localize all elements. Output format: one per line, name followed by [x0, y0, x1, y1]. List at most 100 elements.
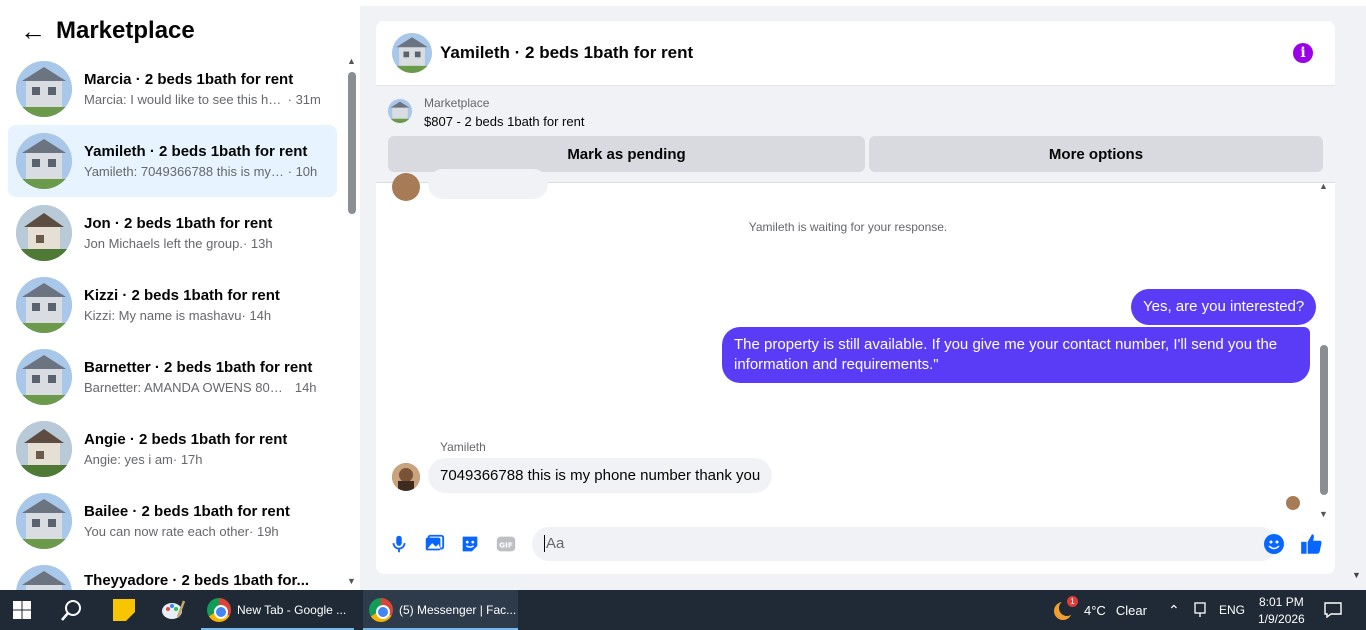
conversation-item-theyyadore[interactable]: Theyyadore · 2 beds 1bath for...: [8, 557, 337, 590]
listing-house-avatar: [16, 493, 72, 549]
weather-widget[interactable]: 1 4°C Clear: [1052, 590, 1147, 630]
conversation-item-marcia[interactable]: Marcia · 2 beds 1bath for rent Marcia: I…: [8, 53, 337, 125]
listing-house-avatar: [16, 277, 72, 333]
outgoing-message: Yes, are you interested?: [1131, 289, 1317, 325]
windows-taskbar: New Tab - Google ... (5) Messenger | Fac…: [0, 590, 1366, 630]
conversation-snippet: Yamileth: 7049366788 this is my p...: [84, 164, 284, 179]
seen-indicator-avatar: [1286, 496, 1300, 510]
message-composer: GIF Aa: [376, 521, 1335, 567]
conversation-snippet: Jon Michaels left the group.: [84, 236, 243, 251]
incoming-message: 7049366788 this is my phone number thank…: [428, 458, 773, 493]
chat-title[interactable]: Yamileth · 2 beds 1bath for rent: [440, 43, 693, 63]
chrome-icon: [369, 598, 393, 622]
conversation-time: · 31m: [287, 92, 321, 107]
listing-house-avatar: [16, 349, 72, 405]
message-input[interactable]: Aa: [532, 527, 1278, 561]
back-arrow-icon[interactable]: ←: [20, 16, 56, 47]
scroll-down-arrow-icon[interactable]: ▼: [1319, 509, 1328, 519]
clock[interactable]: 8:01 PM 1/9/2026: [1258, 590, 1305, 630]
listing-thumbnail[interactable]: [388, 99, 412, 123]
sender-name: Yamileth: [440, 440, 486, 454]
svg-text:GIF: GIF: [499, 541, 513, 550]
outgoing-message: The property is still available. If you …: [722, 327, 1310, 383]
conversation-time: · 19h: [249, 524, 279, 539]
chat-header: Yamileth · 2 beds 1bath for rent i: [376, 21, 1335, 86]
sticker-icon[interactable]: [459, 533, 481, 555]
waiting-status-text: Yamileth is waiting for your response.: [748, 220, 948, 234]
show-hidden-icons-chevron-icon[interactable]: ⌃: [1168, 590, 1180, 630]
clock-date: 1/9/2026: [1258, 611, 1305, 626]
conversation-title: Yamileth · 2 beds 1bath for rent: [84, 143, 308, 160]
mark-as-pending-button[interactable]: Mark as pending: [388, 136, 865, 172]
emoji-icon[interactable]: [1263, 533, 1285, 555]
conversation-list-scrollbar[interactable]: ▲ ▼: [344, 56, 358, 588]
scrollbar-thumb[interactable]: [1320, 345, 1328, 495]
paint-icon[interactable]: [160, 590, 186, 630]
chat-scrollbar[interactable]: ▲ ▼: [1319, 181, 1329, 519]
conversation-title: Marcia · 2 beds 1bath for rent: [84, 71, 294, 88]
conversation-title: Kizzi · 2 beds 1bath for rent: [84, 287, 280, 304]
taskbar-app-label: (5) Messenger | Fac...: [399, 603, 517, 617]
chrome-icon: [207, 598, 231, 622]
listing-house-avatar: [16, 133, 72, 189]
conversation-item-yamileth[interactable]: Yamileth · 2 beds 1bath for rent Yamilet…: [8, 125, 337, 197]
listing-house-avatar: [16, 205, 72, 261]
page-scroll-down-arrow-icon[interactable]: ▼: [1352, 570, 1361, 580]
sender-avatar[interactable]: [392, 173, 420, 201]
conversation-title: Angie · 2 beds 1bath for rent: [84, 431, 288, 448]
gif-icon[interactable]: GIF: [495, 533, 517, 555]
listing-house-avatar: [16, 61, 72, 117]
listing-house-avatar: [16, 421, 72, 477]
conversation-item-barnetter[interactable]: Barnetter · 2 beds 1bath for rent Barnet…: [8, 341, 337, 413]
thumbs-up-icon[interactable]: [1299, 531, 1325, 557]
conversation-snippet: Marcia: I would like to see this ho...: [84, 92, 284, 107]
conversation-item-angie[interactable]: Angie · 2 beds 1bath for rent Angie: yes…: [8, 413, 337, 485]
conversation-item-jon[interactable]: Jon · 2 beds 1bath for rent Jon Michaels…: [8, 197, 337, 269]
sender-avatar[interactable]: [392, 463, 420, 491]
conversation-snippet: Kizzi: My name is mashavu: [84, 308, 242, 323]
language-indicator[interactable]: ENG: [1219, 590, 1245, 630]
search-icon[interactable]: [60, 590, 84, 630]
microphone-icon[interactable]: [388, 533, 410, 555]
scroll-down-arrow-icon[interactable]: ▼: [347, 576, 356, 586]
weather-condition: Clear: [1115, 602, 1147, 618]
conversation-title: Jon · 2 beds 1bath for rent: [84, 215, 273, 232]
conversation-time: · 14h: [241, 308, 272, 323]
clock-time: 8:01 PM: [1259, 594, 1304, 609]
conversation-snippet: Angie: yes i am: [84, 452, 173, 467]
previous-message-bubble: [428, 169, 548, 199]
windows-start-icon[interactable]: [12, 590, 32, 630]
taskbar-app-label: New Tab - Google ...: [237, 603, 347, 617]
conversation-list-panel: ← Marketplace Marcia · 2 beds 1bath for …: [0, 0, 360, 590]
taskbar-app-messenger[interactable]: (5) Messenger | Fac...: [363, 590, 518, 630]
top-strip: [360, 0, 1366, 6]
taskbar-app-chrome-new-tab[interactable]: New Tab - Google ...: [201, 590, 354, 630]
chat-avatar[interactable]: [392, 33, 432, 73]
sticky-notes-icon[interactable]: [112, 590, 136, 630]
notifications-icon[interactable]: [1323, 590, 1343, 630]
conversation-title: Theyyadore · 2 beds 1bath for...: [84, 571, 310, 589]
conversation-snippet: Barnetter: AMANDA OWENS 803-...: [84, 380, 284, 395]
conversation-title: Bailee · 2 beds 1bath for rent: [84, 503, 290, 520]
scroll-up-arrow-icon[interactable]: ▲: [347, 56, 356, 66]
conversation-title: Barnetter · 2 beds 1bath for rent: [84, 359, 313, 376]
weather-alert-badge: 1: [1067, 596, 1078, 607]
conversation-time: · 10h: [287, 164, 318, 179]
scroll-up-arrow-icon[interactable]: ▲: [1319, 181, 1328, 191]
scrollbar-thumb[interactable]: [348, 72, 356, 214]
conversation-item-kizzi[interactable]: Kizzi · 2 beds 1bath for rent Kizzi: My …: [8, 269, 337, 341]
network-icon[interactable]: [1193, 590, 1207, 630]
conversation-item-bailee[interactable]: Bailee · 2 beds 1bath for rent You can n…: [8, 485, 337, 557]
info-icon[interactable]: i: [1293, 43, 1313, 63]
message-thread: Yamileth is waiting for your response. Y…: [376, 169, 1335, 513]
conversation-time: · 17h: [172, 452, 203, 467]
conversation-time: · 13h: [242, 236, 273, 251]
more-options-button[interactable]: More options: [869, 136, 1323, 172]
weather-temperature: 4°C: [1084, 602, 1106, 618]
conversation-time: 14h: [294, 380, 317, 395]
input-placeholder: Aa: [544, 535, 565, 552]
conversation-snippet: You can now rate each other: [84, 524, 250, 539]
photo-icon[interactable]: [423, 533, 445, 555]
listing-house-avatar: [16, 565, 72, 590]
listing-price[interactable]: $807 - 2 beds 1bath for rent: [424, 114, 584, 129]
